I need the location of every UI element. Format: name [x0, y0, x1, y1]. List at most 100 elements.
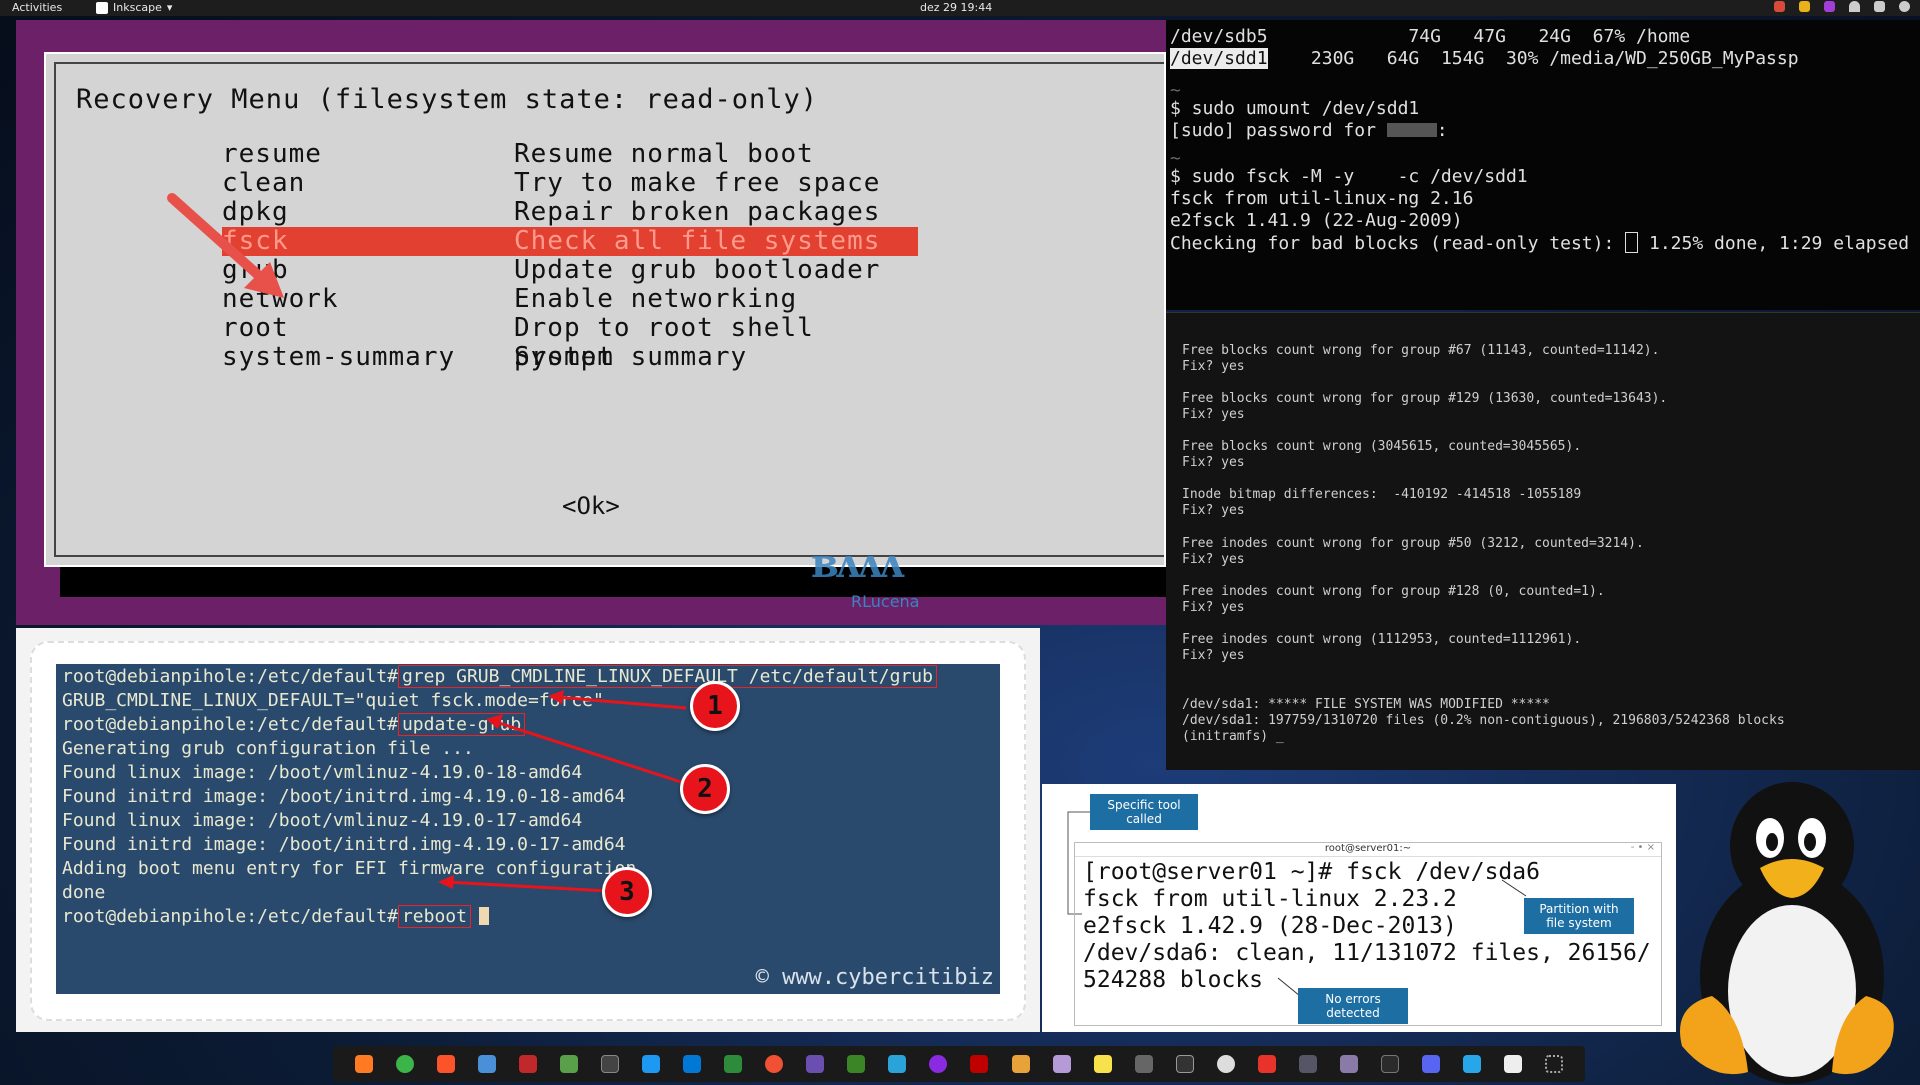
anydesk-icon[interactable]	[1257, 1055, 1276, 1073]
terminal-update-grub: root@debianpihole:/etc/default# grep GRUB…	[56, 664, 1000, 994]
tray-app2-icon[interactable]	[1824, 1, 1835, 12]
image-icon[interactable]	[559, 1055, 578, 1073]
terminal-line: Fix? yes	[1182, 503, 1245, 518]
arrow-3	[445, 880, 609, 893]
inkscape-active-icon[interactable]	[1504, 1055, 1523, 1073]
fsck-sda6-screenshot: Specific tool called root@server01:~ - • …	[1042, 784, 1676, 1032]
callout-partition: Partition with file system	[1524, 898, 1634, 934]
chrome-icon[interactable]	[395, 1055, 414, 1073]
settings-icon[interactable]	[1216, 1055, 1235, 1073]
terminal-line: fsck from util-linux-ng 2.16	[1170, 188, 1474, 209]
power-icon[interactable]	[1899, 1, 1910, 12]
terminal-fsck-badblocks: /dev/sdb5 74G 47G 24G 67% /home /dev/sdd…	[1166, 20, 1920, 310]
calculator-icon[interactable]	[1298, 1055, 1317, 1073]
git-icon[interactable]	[765, 1055, 784, 1073]
discord-icon[interactable]	[1422, 1055, 1441, 1073]
terminal-line: Free inodes count wrong for group #50 (3…	[1182, 536, 1644, 551]
terminal2-icon[interactable]	[1175, 1055, 1194, 1073]
badblocks-label: Checking for bad blocks (read-only test)…	[1170, 233, 1626, 254]
terminal-line: Free blocks count wrong (3045615, counte…	[1182, 439, 1582, 454]
app-menu[interactable]: Inkscape ▾	[96, 1, 172, 14]
dock	[333, 1046, 1585, 1082]
step-badge-1: 1	[690, 681, 740, 731]
system-tray[interactable]	[1774, 1, 1910, 12]
notes-icon[interactable]	[1093, 1055, 1112, 1073]
cyberciti-credit: © www.cybercitibiz	[755, 965, 994, 990]
cyberciti-screenshot: root@debianpihole:/etc/default# grep GRUB…	[16, 628, 1040, 1032]
tux-penguin-icon	[1680, 782, 1894, 1084]
clock[interactable]: dez 29 19:44	[920, 1, 992, 14]
recovery-title: Recovery Menu (filesystem state: read-on…	[76, 84, 818, 115]
option-desc: Update grub bootloader	[514, 255, 881, 285]
option-desc: Try to make free space	[514, 168, 881, 198]
editor-icon[interactable]	[888, 1055, 907, 1073]
folder-icon[interactable]	[1011, 1055, 1030, 1073]
option-desc: Enable networking	[514, 284, 798, 314]
option-desc: Drop to root shell prompt	[514, 313, 814, 372]
recovery-option-root[interactable]: root Drop to root shell prompt	[222, 313, 918, 372]
firefox-dev-icon[interactable]	[929, 1055, 948, 1073]
watermark-label: RLucena	[851, 592, 920, 611]
app3-icon[interactable]	[1134, 1055, 1153, 1073]
kde-icon[interactable]	[641, 1055, 660, 1073]
terminal-line: Free blocks count wrong for group #129 (…	[1182, 391, 1668, 406]
chevron-down-icon: ▾	[166, 1, 173, 14]
recovery-option-grub[interactable]: grubUpdate grub bootloader	[222, 256, 918, 285]
terminal-line: [sudo] password for :	[1170, 120, 1448, 141]
terminal-line: Free inodes count wrong for group #128 (…	[1182, 584, 1605, 599]
activities-button[interactable]: Activities	[12, 1, 62, 14]
vscode-icon[interactable]	[683, 1055, 702, 1073]
window-icon[interactable]	[600, 1055, 619, 1073]
callout-no-errors: No errors detected	[1298, 988, 1408, 1024]
terminal-line: Fix? yes	[1182, 648, 1245, 663]
wifi-icon[interactable]	[1849, 1, 1860, 12]
terminal-line: /dev/sda1: 197759/1310720 files (0.2% no…	[1182, 713, 1785, 728]
recovery-dialog: Recovery Menu (filesystem state: read-on…	[44, 52, 1166, 567]
redacted-username	[1386, 123, 1437, 137]
terminal-line: Fix? yes	[1182, 359, 1245, 374]
arrow-1	[555, 695, 687, 710]
filezilla-icon[interactable]	[970, 1055, 989, 1073]
terminal-line: $ sudo fsck -M -y -c /dev/sdd1	[1170, 166, 1528, 187]
terminal-line: e2fsck 1.41.9 (22-Aug-2009)	[1170, 210, 1463, 231]
volume-icon[interactable]	[1874, 1, 1885, 12]
telegram-icon[interactable]	[1463, 1055, 1482, 1073]
app2-icon[interactable]	[806, 1055, 825, 1073]
terminal-line: $ sudo umount /dev/sdd1	[1170, 98, 1420, 119]
terminal-line: Checking for bad blocks (read-only test)…	[1170, 232, 1909, 254]
shield-icon[interactable]	[1799, 1, 1810, 12]
terminal-fsck-output: Free blocks count wrong for group #67 (1…	[1166, 312, 1920, 770]
prompt-colon: :	[1436, 120, 1448, 141]
recovery-option-clean[interactable]: clean Try to make free space	[222, 169, 918, 198]
dialog-shadow	[60, 567, 1166, 597]
terminal-icon[interactable]	[1381, 1055, 1400, 1073]
annotation-arrows	[438, 690, 687, 893]
inkscape-icon[interactable]	[724, 1055, 743, 1073]
terminal-line: /dev/sdb5 74G 47G 24G 67% /home	[1170, 26, 1691, 47]
recovery-option-fsck[interactable]: fsck Check all file systems	[222, 227, 918, 256]
step-badge-2: 2	[680, 764, 730, 814]
folder2-icon[interactable]	[1052, 1055, 1071, 1073]
recovery-option-network[interactable]: network Enable networking	[222, 285, 918, 314]
brave-icon[interactable]	[436, 1055, 455, 1073]
terminal-line: Fix? yes	[1182, 600, 1245, 615]
recovery-menu-screenshot: Recovery Menu (filesystem state: read-on…	[16, 20, 1166, 625]
firefox-icon[interactable]	[354, 1055, 373, 1073]
recovery-option-resume[interactable]: resume Resume normal boot	[222, 140, 918, 169]
minecraft-icon[interactable]	[847, 1055, 866, 1073]
option-key: system-summary	[222, 342, 456, 372]
show-apps-icon[interactable]	[1545, 1055, 1564, 1073]
camera-icon[interactable]	[1340, 1055, 1359, 1073]
device-stats: 230G 64G 154G 30% /media/WD_250GB_MyPass…	[1267, 48, 1799, 69]
watermark-logo-icon: ʙᴧᴧᴧ	[811, 540, 904, 587]
files-icon[interactable]	[477, 1055, 496, 1073]
app-icon[interactable]	[518, 1055, 537, 1073]
step-badge-3: 3	[602, 867, 652, 917]
recovery-option-dpkg[interactable]: dpkg Repair broken packages	[222, 198, 918, 227]
terminal-line: (initramfs) _	[1182, 729, 1284, 744]
ok-button[interactable]: <Ok>	[562, 492, 620, 520]
option-desc: Check all file systems	[514, 226, 881, 256]
recovery-option-system-summary[interactable]: system-summary System summary	[222, 343, 918, 372]
terminal-line: Free inodes count wrong (1112953, counte…	[1182, 632, 1582, 647]
tray-app-icon[interactable]	[1774, 1, 1785, 12]
